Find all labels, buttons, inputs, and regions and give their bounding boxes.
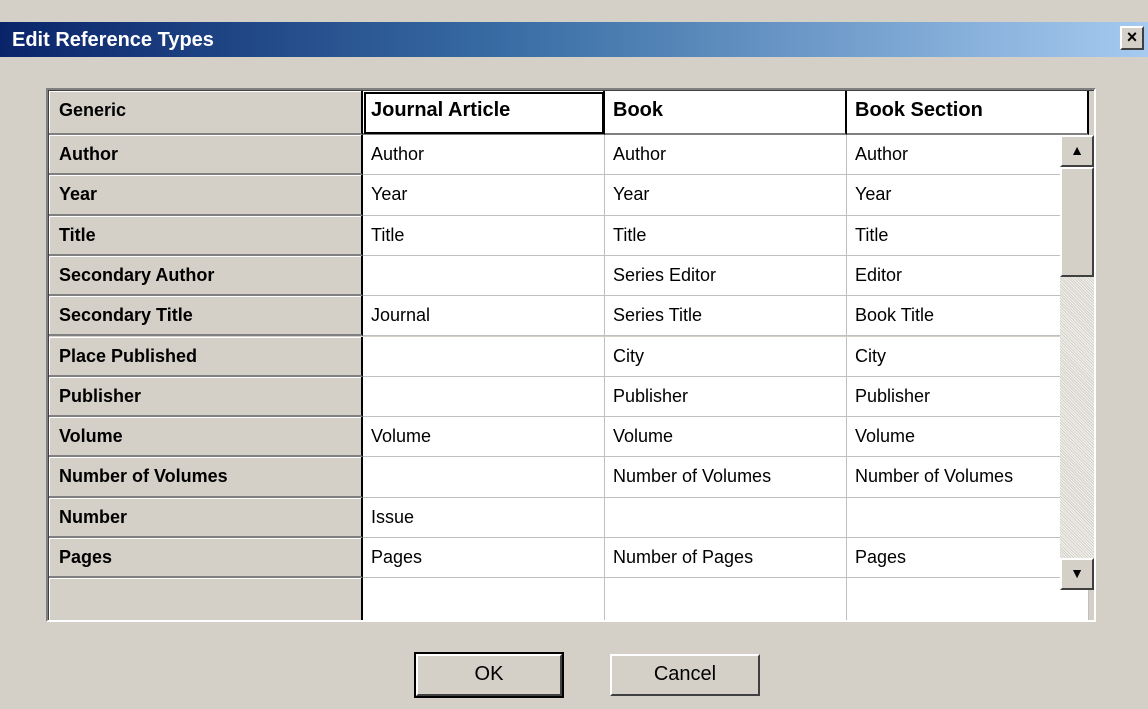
- column-header[interactable]: Book: [605, 91, 847, 135]
- edit-reference-types-dialog: Edit Reference Types × Generic Journal Ar…: [0, 0, 1148, 709]
- grid-cell[interactable]: Publisher: [847, 376, 1089, 418]
- grid-cell[interactable]: Volume: [847, 417, 1089, 458]
- grid-cell[interactable]: [605, 497, 847, 538]
- grid-cell-partial: [605, 578, 847, 620]
- grid-cell[interactable]: Number of Pages: [605, 538, 847, 579]
- grid-cell[interactable]: Publisher: [605, 376, 847, 418]
- window-title: Edit Reference Types: [12, 29, 214, 51]
- grid-cell[interactable]: Book Title: [847, 296, 1089, 337]
- grid-cell[interactable]: Pages: [363, 538, 605, 579]
- grid-cell[interactable]: Number of Volumes: [605, 457, 847, 498]
- grid-cell[interactable]: Number of Volumes: [847, 457, 1089, 498]
- grid-cell[interactable]: Title: [847, 215, 1089, 256]
- cancel-button[interactable]: Cancel: [610, 654, 760, 696]
- grid-cell[interactable]: Year: [847, 175, 1089, 216]
- grid-cell[interactable]: [363, 376, 605, 418]
- row-header[interactable]: Pages: [49, 538, 363, 579]
- grid-cell[interactable]: [847, 497, 1089, 538]
- ok-button[interactable]: OK: [414, 652, 564, 698]
- row-header-partial: [49, 578, 363, 620]
- grid-cell[interactable]: Author: [847, 135, 1089, 176]
- row-header[interactable]: Author: [49, 135, 363, 176]
- grid-cell[interactable]: Title: [605, 215, 847, 256]
- row-header[interactable]: Secondary Author: [49, 255, 363, 297]
- grid-cell[interactable]: [363, 336, 605, 377]
- reference-types-grid: Generic Journal Article Book Book Section Au…: [46, 88, 1096, 622]
- grid-cell[interactable]: Year: [605, 175, 847, 216]
- row-header[interactable]: Publisher: [49, 376, 363, 418]
- grid-cell[interactable]: [363, 457, 605, 498]
- grid-cell[interactable]: City: [605, 336, 847, 377]
- column-header[interactable]: Book Section: [847, 91, 1089, 135]
- grid-cell[interactable]: Year: [363, 175, 605, 216]
- grid-cell-partial: [363, 578, 605, 620]
- row-header[interactable]: Number: [49, 497, 363, 538]
- grid-cell[interactable]: Editor: [847, 255, 1089, 297]
- row-header[interactable]: Secondary Title: [49, 296, 363, 337]
- grid-cell[interactable]: City: [847, 336, 1089, 377]
- grid-cell[interactable]: Author: [363, 135, 605, 176]
- column-header[interactable]: Journal Article: [363, 91, 605, 135]
- close-button[interactable]: ×: [1120, 26, 1144, 50]
- grid-cell[interactable]: Journal: [363, 296, 605, 337]
- row-header[interactable]: Year: [49, 175, 363, 216]
- row-header[interactable]: Place Published: [49, 336, 363, 377]
- row-header[interactable]: Number of Volumes: [49, 457, 363, 498]
- vertical-scroll-thumb[interactable]: [1060, 167, 1094, 277]
- grid-cell[interactable]: Volume: [363, 417, 605, 458]
- row-header[interactable]: Volume: [49, 417, 363, 458]
- close-icon: ×: [1126, 27, 1138, 47]
- vertical-scrollbar[interactable]: ▲ ▼: [1060, 135, 1094, 590]
- grid-cell[interactable]: Series Editor: [605, 255, 847, 297]
- grid-cell[interactable]: Series Title: [605, 296, 847, 337]
- grid-cell[interactable]: Volume: [605, 417, 847, 458]
- row-header[interactable]: Title: [49, 215, 363, 256]
- title-bar[interactable]: Edit Reference Types ×: [0, 22, 1148, 57]
- arrow-down-icon: ▼: [1070, 565, 1084, 581]
- grid-cell[interactable]: Title: [363, 215, 605, 256]
- grid-body: Generic Journal Article Book Book Section Au…: [48, 90, 1094, 620]
- grid-cell[interactable]: Pages: [847, 538, 1089, 579]
- grid-cell[interactable]: Issue: [363, 497, 605, 538]
- scroll-down-button[interactable]: ▼: [1060, 558, 1094, 590]
- grid-cell-partial: [847, 578, 1089, 620]
- corner-header-generic: Generic: [49, 91, 363, 135]
- arrow-up-icon: ▲: [1070, 142, 1084, 158]
- grid-cell[interactable]: Author: [605, 135, 847, 176]
- scroll-up-button[interactable]: ▲: [1060, 135, 1094, 167]
- grid-cell[interactable]: [363, 255, 605, 297]
